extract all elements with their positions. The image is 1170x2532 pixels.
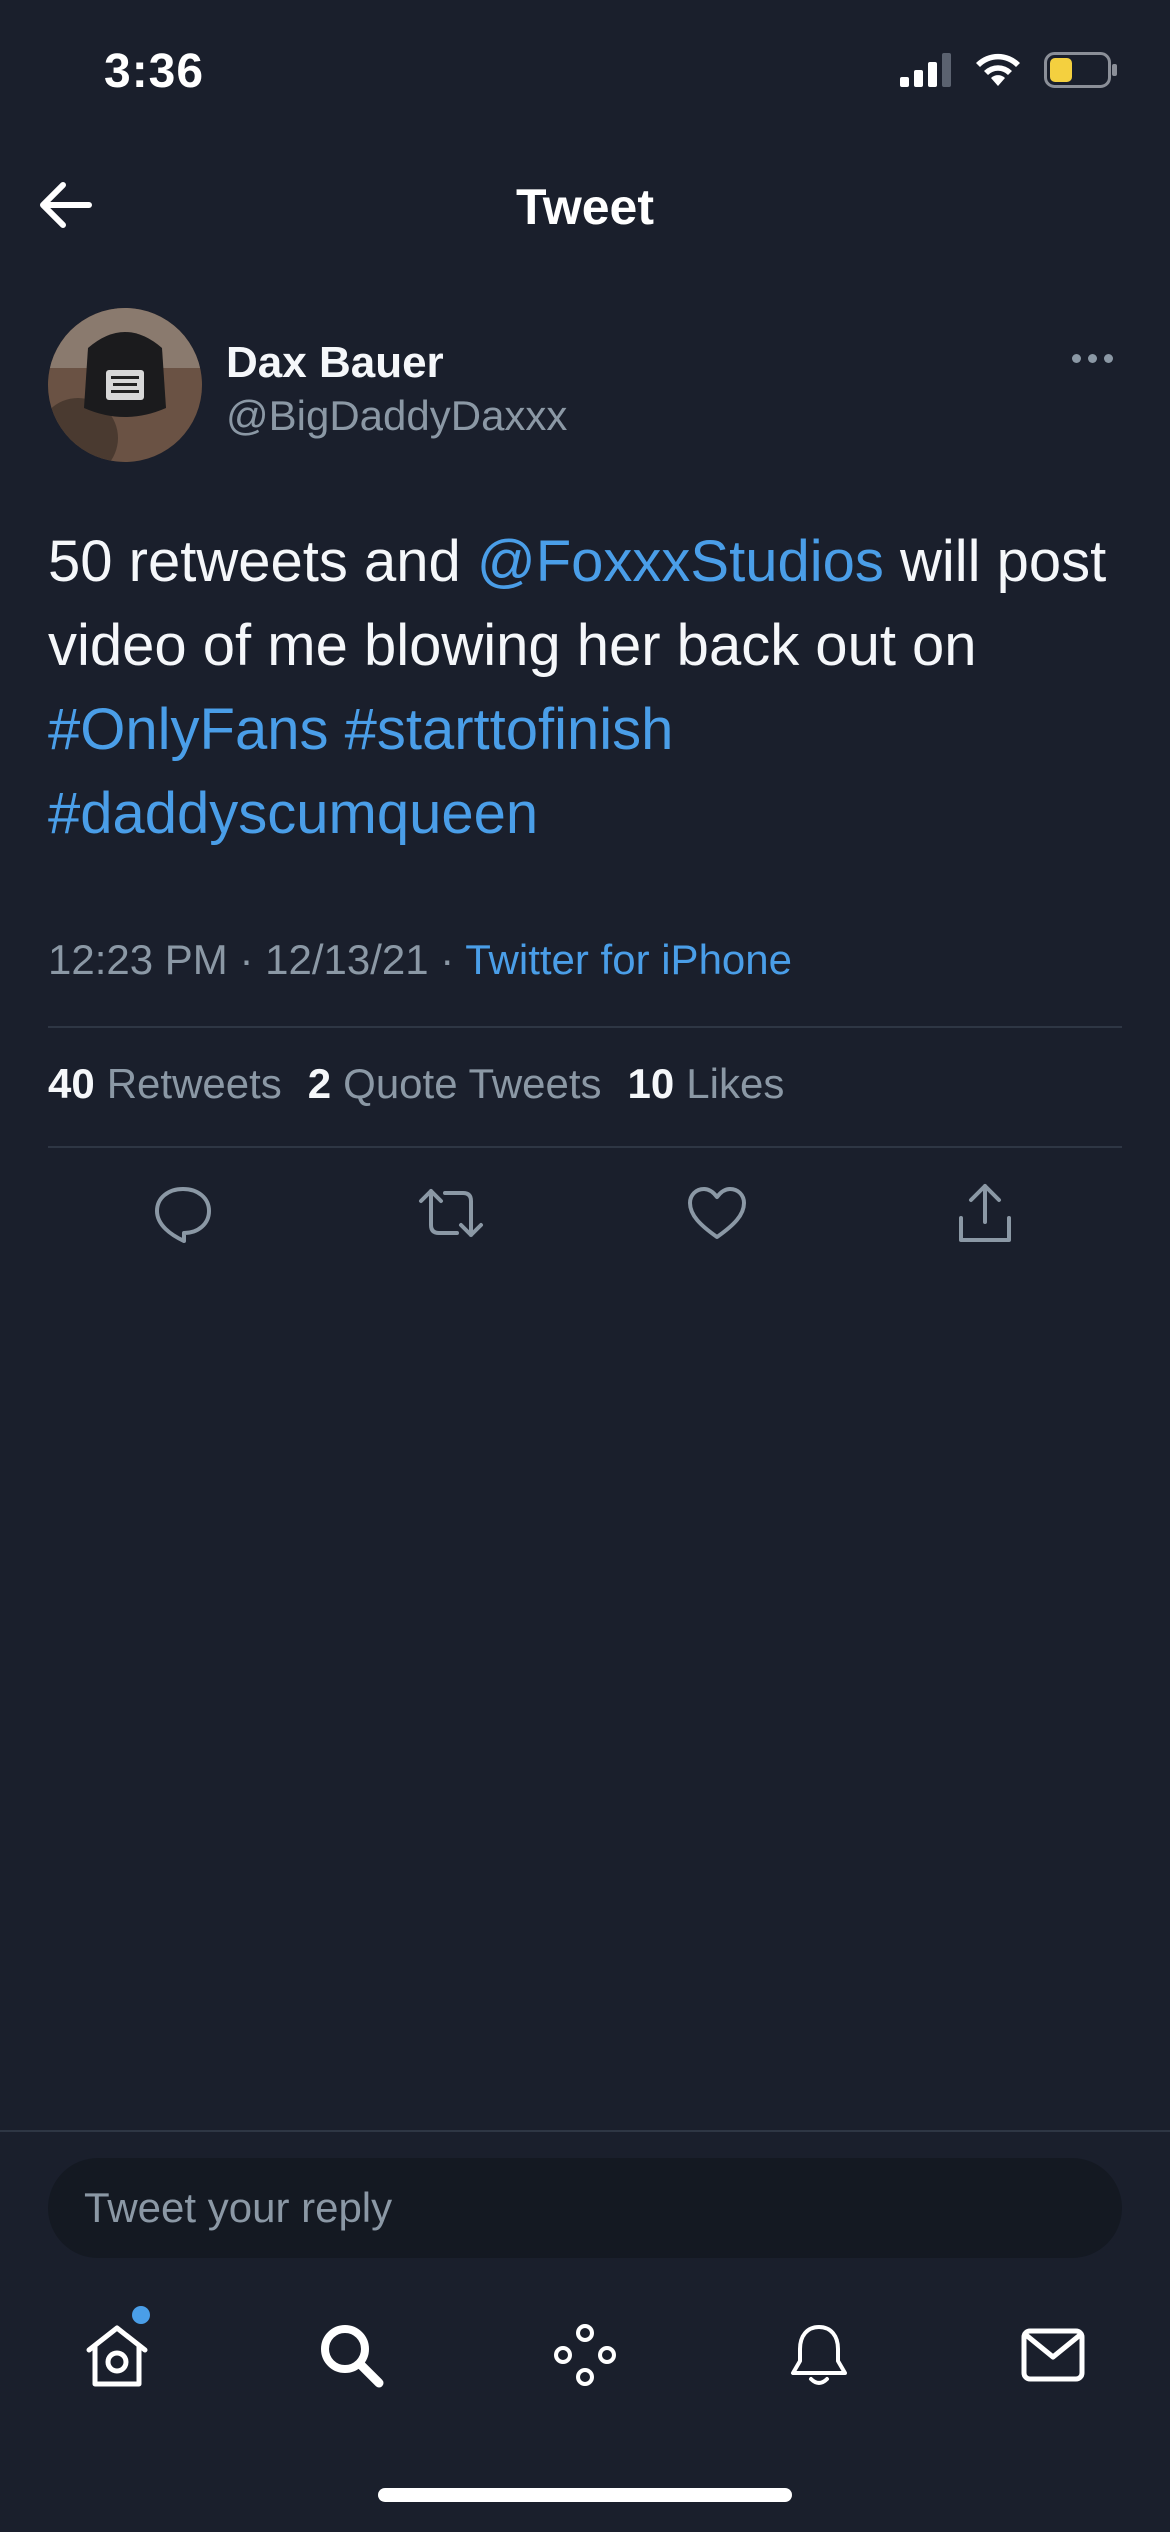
- tweet-text: 50 retweets and @FoxxxStudios will post …: [48, 520, 1128, 856]
- tweet-text-segment: [328, 697, 344, 762]
- tab-notifications[interactable]: [774, 2310, 864, 2400]
- more-dot: [1087, 353, 1097, 363]
- author-name[interactable]: Dax Bauer: [226, 338, 444, 388]
- page-title: Tweet: [516, 179, 654, 235]
- hashtag-link[interactable]: #daddyscumqueen: [48, 781, 538, 846]
- tweet-text-segment: 50 retweets and: [48, 529, 477, 594]
- hashtag-link[interactable]: #OnlyFans: [48, 697, 328, 762]
- more-dot: [1103, 353, 1113, 363]
- more-horizontal-icon[interactable]: [1062, 338, 1122, 378]
- share-button[interactable]: [940, 1168, 1030, 1258]
- tab-spaces[interactable]: [540, 2310, 630, 2400]
- tab-home[interactable]: [72, 2310, 162, 2400]
- retweets-stat[interactable]: 40 Retweets: [48, 1060, 282, 1108]
- battery-icon: [1044, 52, 1117, 88]
- tab-search[interactable]: [306, 2310, 396, 2400]
- retweets-label: Retweets: [106, 1060, 282, 1107]
- tweet-meta: 12:23 PM · 12/13/21 · Twitter for iPhone: [48, 936, 792, 984]
- reply-button[interactable]: [138, 1168, 228, 1258]
- status-bar: 3:36: [0, 0, 1170, 140]
- header: Tweet: [0, 150, 1170, 260]
- quote-tweets-stat[interactable]: 2 Quote Tweets: [308, 1060, 602, 1108]
- reply-input[interactable]: Tweet your reply: [48, 2158, 1122, 2258]
- tweet-time: 12:23 PM: [48, 936, 228, 983]
- reply-bar: Tweet your reply: [0, 2130, 1170, 2260]
- likes-stat[interactable]: 10 Likes: [628, 1060, 785, 1108]
- wifi-icon: [976, 53, 1020, 86]
- tab-messages[interactable]: [1008, 2310, 1098, 2400]
- quotes-count: 2: [307, 1060, 332, 1107]
- reply-icon: [155, 1187, 211, 1243]
- bell-icon: [791, 2325, 847, 2385]
- meta-separator: ·: [440, 936, 466, 983]
- status-time: 3:36: [104, 45, 205, 98]
- mention-link[interactable]: @FoxxxStudios: [477, 529, 884, 594]
- hashtag-link[interactable]: #starttofinish: [345, 697, 674, 762]
- share-icon: [959, 1184, 1011, 1242]
- mail-icon: [1021, 2328, 1085, 2382]
- like-button[interactable]: [672, 1168, 762, 1258]
- avatar-image: [48, 308, 202, 462]
- home-icon: [86, 2325, 148, 2387]
- tweet-detail-screen: 3:36 Tweet Dax Bauer @BigDaddyDaxxx 50 r…: [0, 0, 1170, 2532]
- tweet-date: 12/13/21: [265, 936, 429, 983]
- likes-count: 10: [627, 1060, 675, 1107]
- retweet-button[interactable]: [406, 1168, 496, 1258]
- divider: [48, 1026, 1122, 1028]
- spaces-icon: [554, 2324, 616, 2386]
- retweet-icon: [419, 1189, 483, 1237]
- cellular-signal-icon: [900, 53, 951, 87]
- tweet-actions: [48, 1168, 1122, 1258]
- quotes-label: Quote Tweets: [343, 1060, 602, 1107]
- search-icon: [321, 2325, 384, 2388]
- tab-bar: [0, 2290, 1170, 2420]
- status-icons: [900, 52, 1118, 88]
- home-notification-dot: [132, 2306, 150, 2324]
- tweet-stats: 40 Retweets 2 Quote Tweets 10 Likes: [48, 1060, 784, 1108]
- avatar[interactable]: [48, 308, 202, 462]
- heart-icon: [688, 1187, 746, 1239]
- more-dot: [1071, 353, 1081, 363]
- author-handle[interactable]: @BigDaddyDaxxx: [226, 392, 567, 440]
- meta-separator: ·: [239, 936, 266, 983]
- likes-label: Likes: [686, 1060, 785, 1107]
- retweets-count: 40: [48, 1060, 95, 1107]
- tweet-source-link[interactable]: Twitter for iPhone: [465, 936, 792, 983]
- tweet-author: Dax Bauer @BigDaddyDaxxx: [48, 308, 1122, 468]
- divider: [48, 1146, 1122, 1148]
- home-indicator: [378, 2488, 792, 2502]
